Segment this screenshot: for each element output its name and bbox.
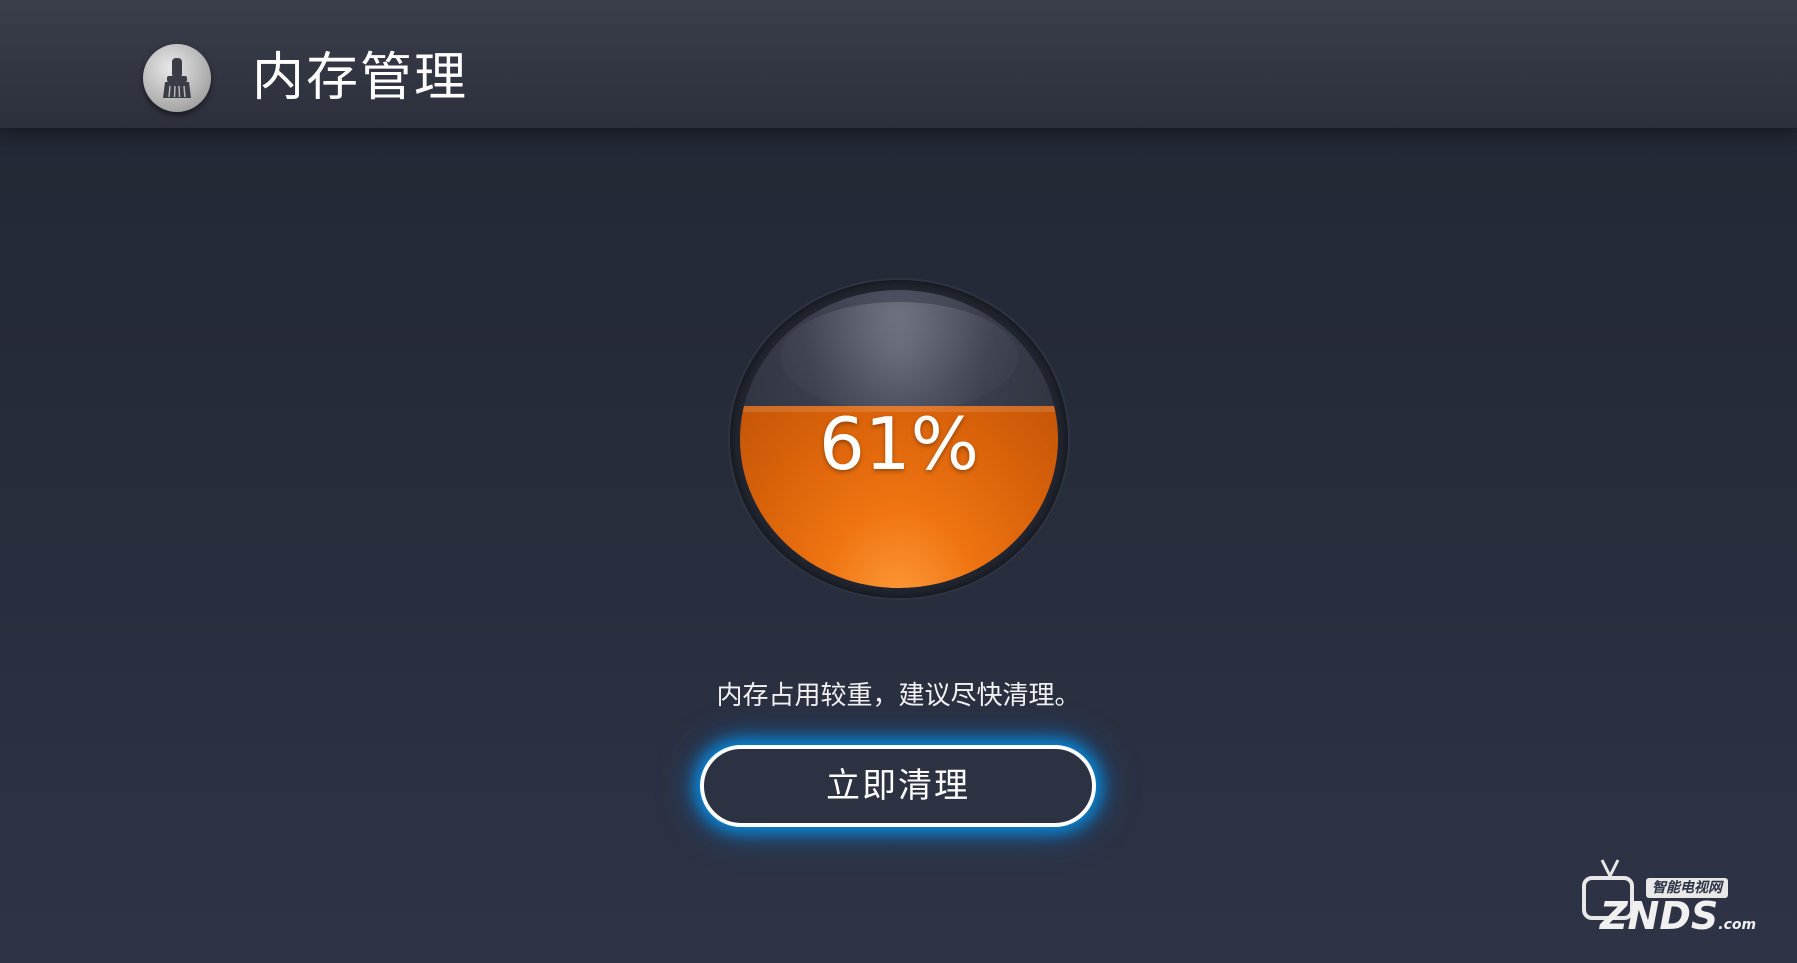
gauge-bowl: 61% bbox=[740, 290, 1058, 588]
memory-usage-gauge: 61% bbox=[730, 280, 1068, 598]
page-title: 内存管理 bbox=[252, 48, 469, 108]
gauge-gloss bbox=[780, 302, 1018, 412]
tv-antenna-icon bbox=[1600, 859, 1620, 877]
app-header: 内存管理 bbox=[0, 0, 1797, 129]
memory-hint-text: 内存占用较重，建议尽快清理。 bbox=[716, 681, 1081, 711]
broom-icon bbox=[143, 44, 211, 112]
watermark-brand: ZNDS.com bbox=[1600, 894, 1756, 947]
znds-watermark: 智能电视网 ZNDS.com bbox=[1582, 858, 1756, 948]
watermark-brand-name: ZNDS bbox=[1600, 894, 1719, 938]
watermark-brand-suffix: .com bbox=[1718, 917, 1757, 933]
clean-now-button[interactable]: 立即清理 bbox=[700, 745, 1096, 827]
memory-usage-percent: 61% bbox=[818, 402, 980, 486]
